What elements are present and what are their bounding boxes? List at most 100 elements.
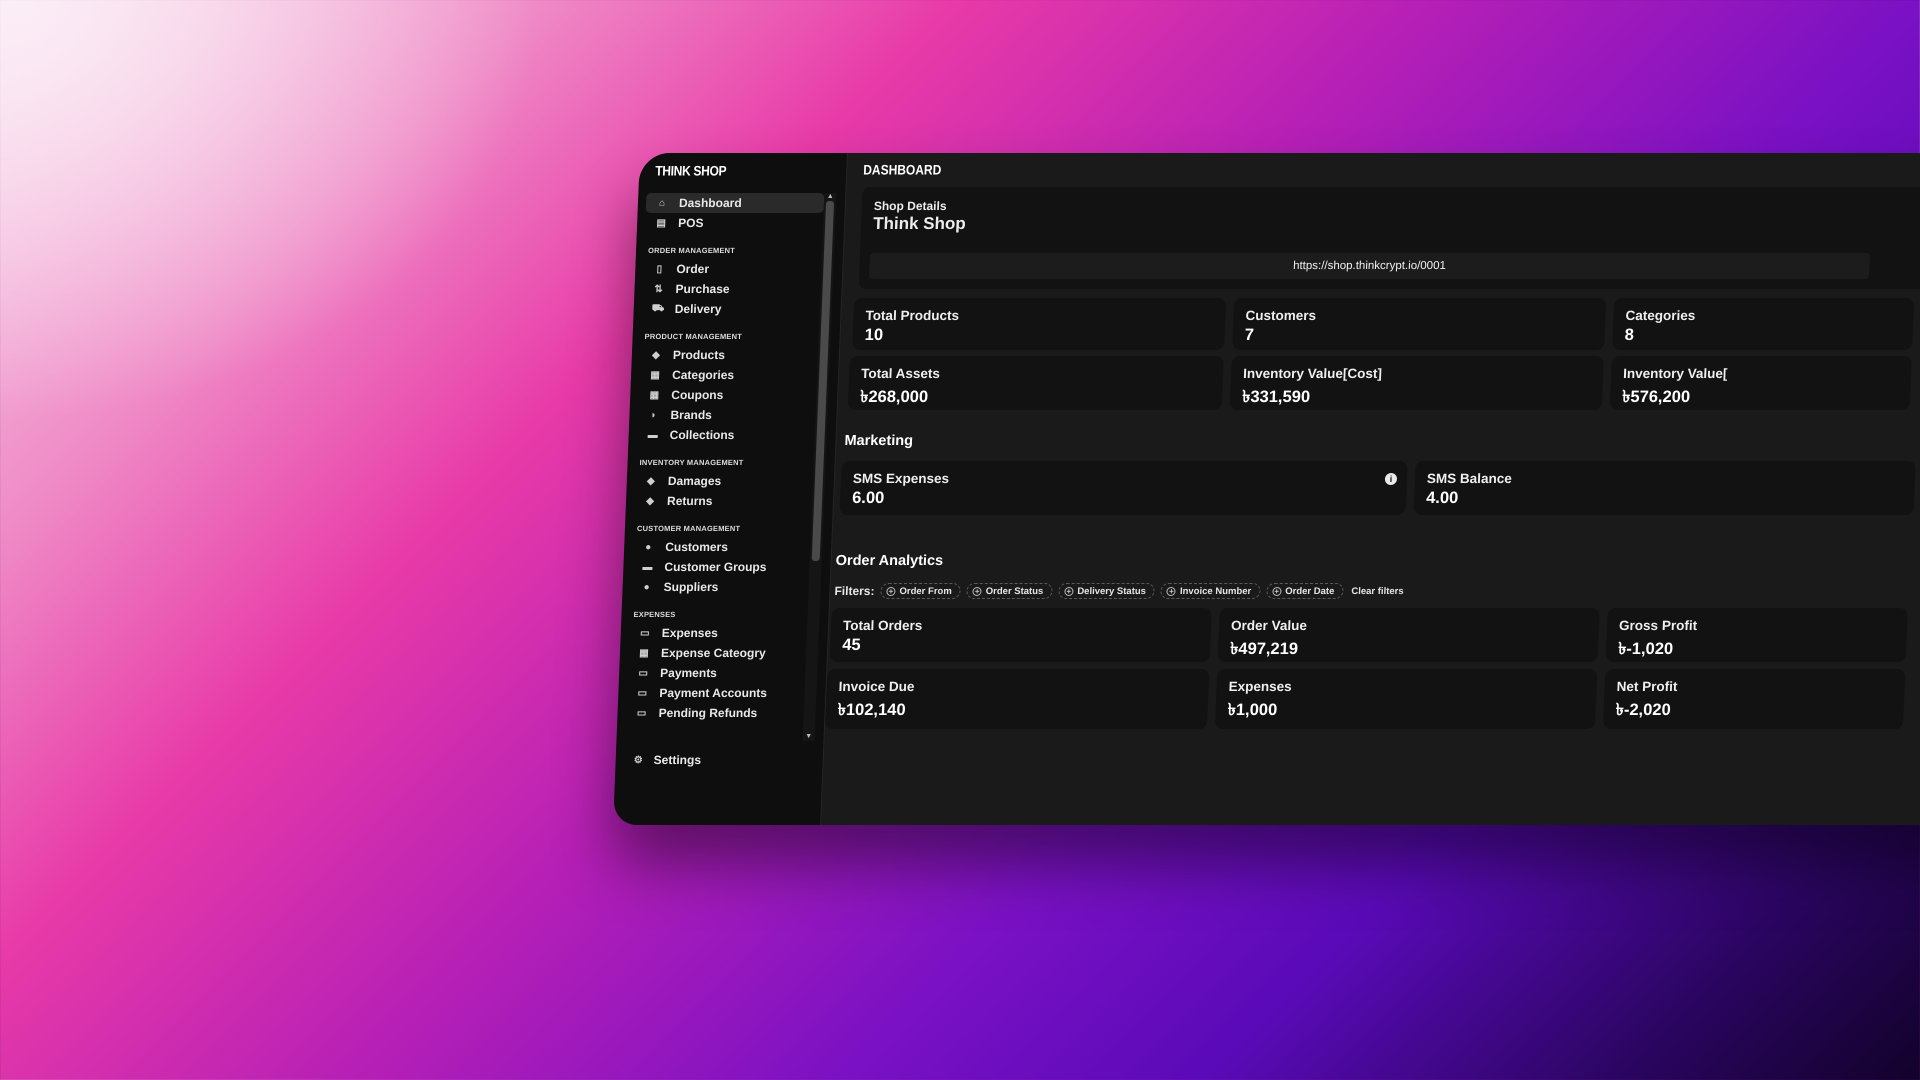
sidebar-section-heading: PRODUCT MANAGEMENT: [644, 332, 743, 341]
stat-label: Total Assets: [860, 366, 941, 381]
tag-icon: ◆: [646, 495, 655, 507]
user-plus-icon: ●: [643, 581, 650, 593]
sidebar-item-label: Pending Refunds: [658, 706, 758, 720]
stat-value: ৳331,590: [1241, 388, 1311, 406]
sidebar-item-brands[interactable]: ◗ Brands: [637, 405, 816, 425]
filters-label: Filters:: [834, 584, 875, 598]
sidebar-item-returns[interactable]: ◆ Returns: [634, 491, 813, 511]
stat-label: Gross Profit: [1618, 618, 1698, 633]
sidebar-item-order[interactable]: ▯ Order: [643, 259, 822, 279]
filter-chip-label: Order From: [899, 585, 952, 597]
stat-label: Categories: [1625, 308, 1696, 323]
sidebar-item-settings[interactable]: ⚙ Settings: [633, 753, 702, 767]
stat-card-sms-expenses: SMS Expenses 6.00 i: [839, 461, 1408, 515]
sidebar-item-customer-groups[interactable]: ▬ Customer Groups: [631, 557, 810, 577]
sidebar-item-label: Products: [672, 348, 726, 362]
sidebar-section-heading: INVENTORY MANAGEMENT: [639, 458, 744, 467]
sidebar-item-label: Customer Groups: [664, 560, 767, 574]
stat-card-total-orders: Total Orders 45: [829, 608, 1212, 662]
sidebar-item-pos[interactable]: ▤ POS: [645, 213, 824, 233]
stat-label: Inventory Value[: [1622, 366, 1728, 381]
info-icon[interactable]: i: [1384, 473, 1398, 485]
sidebar-item-label: POS: [677, 216, 704, 230]
filter-chip-invoice-number[interactable]: + Invoice Number: [1160, 583, 1261, 599]
marketing-heading: Marketing: [844, 433, 914, 449]
scroll-up-icon[interactable]: ▲: [824, 193, 836, 201]
stat-card-order-value: Order Value ৳497,219: [1217, 608, 1600, 662]
purchase-icon: ⇅: [654, 283, 663, 295]
filter-chip-order-from[interactable]: + Order From: [880, 583, 962, 599]
sidebar-item-label: Collections: [669, 428, 735, 442]
sidebar-item-payments[interactable]: ▭ Payments: [627, 663, 806, 683]
sidebar-item-dashboard[interactable]: ⌂ Dashboard: [645, 193, 825, 213]
page-title: DASHBOARD: [862, 161, 942, 179]
plus-circle-icon: +: [1272, 586, 1282, 596]
sidebar-item-expense-cateogry[interactable]: ▦ Expense Cateogry: [628, 643, 807, 663]
stat-label: Inventory Value[Cost]: [1242, 366, 1383, 381]
sidebar-item-label: Delivery: [674, 302, 722, 316]
order-icon: ▯: [656, 263, 663, 275]
stat-card-total-assets: Total Assets ৳268,000: [847, 356, 1224, 410]
shop-url-link[interactable]: https://shop.thinkcrypt.io/0001: [868, 253, 1870, 279]
sidebar-item-customers[interactable]: ● Customers: [632, 537, 811, 557]
folder-icon: ▬: [647, 429, 658, 441]
stat-label: Total Orders: [842, 618, 923, 633]
stat-label: Expenses: [1228, 679, 1293, 694]
filter-chip-label: Order Date: [1285, 585, 1335, 597]
sidebar-item-payment-accounts[interactable]: ▭ Payment Accounts: [626, 683, 805, 703]
gear-icon: ⚙: [633, 754, 643, 766]
truck-icon: ⛟: [651, 302, 665, 314]
stat-card-sms-balance: SMS Balance 4.00: [1413, 461, 1916, 515]
stat-value: 7: [1244, 326, 1255, 344]
stat-value: ৳497,219: [1229, 640, 1299, 658]
stat-label: Invoice Due: [838, 679, 915, 694]
sidebar-item-damages[interactable]: ◆ Damages: [634, 471, 813, 491]
sidebar-item-label: Customers: [664, 540, 729, 554]
sidebar-item-suppliers[interactable]: ● Suppliers: [630, 577, 809, 597]
stat-label: Net Profit: [1616, 679, 1678, 694]
stat-value: 10: [864, 326, 884, 344]
sidebar-item-products[interactable]: ◆ Products: [640, 345, 819, 365]
sidebar-item-delivery[interactable]: ⛟ Delivery: [641, 299, 820, 319]
stat-card-invoice-due: Invoice Due ৳102,140: [824, 669, 1210, 729]
clear-filters-button[interactable]: Clear filters: [1351, 586, 1404, 597]
shop-details-card: Shop Details Think Shop https://shop.thi…: [858, 187, 1920, 289]
brand-logo: THINK SHOP: [654, 162, 727, 180]
sidebar-item-label: Returns: [666, 494, 713, 508]
scroll-down-icon[interactable]: ▼: [802, 733, 814, 741]
plus-circle-icon: +: [1064, 586, 1074, 596]
sidebar-item-categories[interactable]: ▦ Categories: [639, 365, 818, 385]
sidebar-item-purchase[interactable]: ⇅ Purchase: [642, 279, 821, 299]
stat-label: SMS Balance: [1426, 471, 1513, 486]
sidebar-item-collections[interactable]: ▬ Collections: [636, 425, 815, 445]
app-window: THINK SHOP ⌂ Dashboard ▤ POS ORDER MANAGEMEN…: [613, 153, 1920, 825]
filter-chip-order-date[interactable]: + Order Date: [1265, 583, 1344, 599]
sidebar-item-coupons[interactable]: ▦ Coupons: [638, 385, 817, 405]
plus-circle-icon: +: [886, 586, 896, 596]
filter-chip-label: Delivery Status: [1077, 585, 1147, 597]
sidebar-item-label: Damages: [667, 474, 722, 488]
grid-icon: ▦: [650, 369, 661, 381]
sidebar: THINK SHOP ⌂ Dashboard ▤ POS ORDER MANAGEMEN…: [613, 153, 848, 825]
sidebar-item-pending-refunds[interactable]: ▭ Pending Refunds: [625, 703, 804, 723]
sidebar-item-label: Purchase: [675, 282, 730, 296]
sidebar-section-heading: EXPENSES: [633, 610, 676, 619]
grid-icon: ▦: [649, 389, 660, 401]
filter-chip-delivery-status[interactable]: + Delivery Status: [1057, 583, 1156, 599]
filter-bar: Filters: + Order From + Order Status + Delive…: [834, 583, 1404, 599]
stat-card-gross-profit: Gross Profit ৳-1,020: [1605, 608, 1908, 662]
filter-chip-label: Order Status: [985, 585, 1044, 597]
folder-icon: ▬: [642, 561, 653, 573]
sidebar-nav: ⌂ Dashboard ▤ POS ORDER MANAGEMENT ▯ Order ⇅ Pur…: [625, 193, 825, 723]
sidebar-item-label: Brands: [670, 408, 713, 422]
filter-chip-order-status[interactable]: + Order Status: [966, 583, 1053, 599]
sidebar-item-label: Settings: [653, 753, 702, 767]
sidebar-item-label: Payment Accounts: [659, 686, 768, 700]
user-plus-icon: ●: [644, 541, 652, 553]
sidebar-item-label: Coupons: [671, 388, 724, 402]
stat-card-categories: Categories 8: [1612, 298, 1915, 350]
sidebar-item-label: Order: [676, 262, 710, 276]
sidebar-item-expenses[interactable]: ▭ Expenses: [628, 623, 807, 643]
sidebar-item-label: Expense Cateogry: [660, 646, 766, 660]
plus-circle-icon: +: [972, 586, 982, 596]
